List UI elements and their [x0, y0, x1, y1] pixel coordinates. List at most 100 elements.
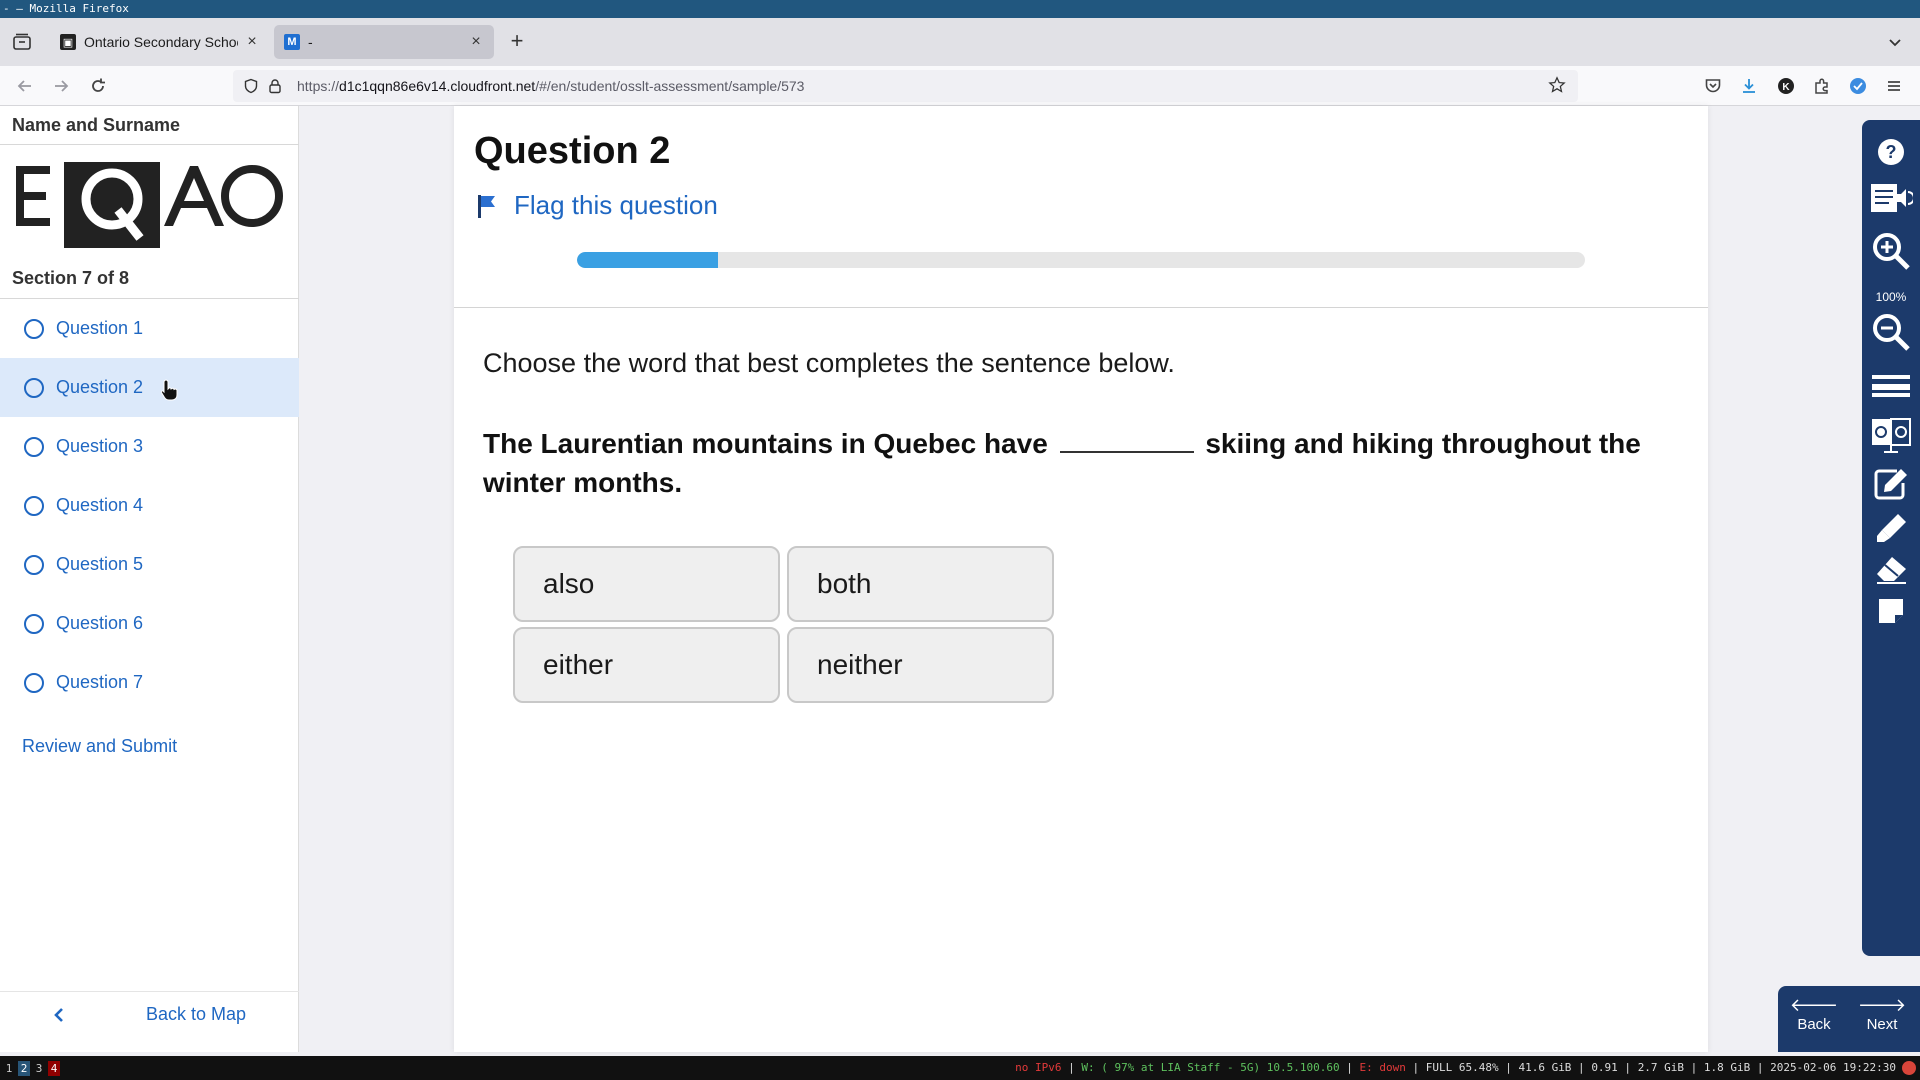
navigation-bar: https://d1c1qqn86e6v14.cloudfront.net/#/… — [0, 66, 1920, 106]
tab-active[interactable]: M - × — [274, 25, 494, 59]
profile-extension-icon[interactable] — [1846, 74, 1870, 98]
answer-blank — [1059, 425, 1194, 453]
download-icon[interactable] — [1737, 74, 1761, 98]
contrast-button[interactable] — [1862, 415, 1920, 461]
divider — [0, 144, 299, 145]
back-button[interactable]: 🡐 Back — [1786, 996, 1842, 1033]
question-label: Question 1 — [56, 318, 144, 338]
text-to-speech-button[interactable] — [1862, 177, 1920, 223]
stem-before: The Laurentian mountains in Quebec have — [483, 428, 1048, 459]
question-panel: Question 2 Flag this question Choose the… — [454, 106, 1708, 1052]
svg-text:?: ? — [1886, 142, 1897, 162]
question-label: Question 6 — [56, 613, 144, 633]
question-status-circle-icon — [24, 554, 44, 575]
workspace-3[interactable]: 3 — [33, 1061, 45, 1076]
tab-title: Ontario Secondary School — [84, 34, 238, 50]
sidebar-question-5[interactable]: Question 5 — [0, 535, 299, 594]
workspace-1[interactable]: 1 — [3, 1061, 15, 1076]
lock-icon[interactable] — [265, 76, 285, 96]
sidebar-question-6[interactable]: Question 6 — [0, 594, 299, 653]
zoom-in-icon — [1870, 230, 1912, 277]
disk-status: FULL 65.48% — [1425, 1061, 1499, 1074]
workspace-4[interactable]: 4 — [48, 1061, 60, 1076]
question-status-circle-icon — [24, 672, 44, 693]
flag-question-button[interactable]: Flag this question — [476, 190, 718, 221]
shield-icon[interactable] — [241, 76, 261, 96]
bookmark-star-icon[interactable] — [1548, 76, 1568, 96]
student-name: Name and Surname — [12, 115, 181, 135]
help-button[interactable]: ? — [1862, 131, 1920, 177]
url-text[interactable]: https://d1c1qqn86e6v14.cloudfront.net/#/… — [297, 78, 804, 94]
k-extension-icon[interactable]: K — [1774, 74, 1798, 98]
ipv6-status: no IPv6 — [1015, 1061, 1062, 1074]
tab-title: - — [308, 34, 313, 50]
arrow-left-icon: 🡐 — [1789, 995, 1839, 1015]
eqao-logo — [14, 158, 284, 248]
sidebar-question-2[interactable]: Question 2 — [0, 358, 299, 417]
tab-strip: ▣ Ontario Secondary School × M - × + — [0, 18, 1920, 66]
sidebar-question-3[interactable]: Question 3 — [0, 417, 299, 476]
back-arrow-icon[interactable] — [13, 74, 37, 98]
tray-icon[interactable] — [1902, 1061, 1916, 1075]
datetime: 2025-02-06 19:22:30 — [1770, 1061, 1896, 1074]
question-status-circle-icon — [24, 495, 44, 516]
sticky-note-icon — [1876, 596, 1906, 631]
close-icon[interactable]: × — [244, 34, 260, 50]
eraser-button[interactable] — [1862, 549, 1920, 595]
site-favicon-icon: ▣ — [60, 34, 76, 50]
tab-ontario-secondary-school[interactable]: ▣ Ontario Secondary School × — [50, 25, 270, 59]
ethernet-status: E: down — [1359, 1061, 1406, 1074]
progress-fill — [577, 252, 719, 268]
zoom-in-button[interactable] — [1862, 230, 1920, 276]
memory-2: 2.7 GiB — [1637, 1061, 1685, 1074]
zoom-out-icon — [1870, 311, 1912, 358]
workspace-2[interactable]: 2 — [18, 1061, 30, 1076]
arrow-right-icon: 🡒 — [1857, 995, 1907, 1015]
flag-icon — [476, 193, 498, 219]
eraser-icon — [1874, 555, 1908, 590]
url-bar[interactable]: https://d1c1qqn86e6v14.cloudfront.net/#/… — [233, 70, 1578, 102]
chevron-down-icon[interactable] — [1884, 31, 1906, 53]
question-prompt: Choose the word that best completes the … — [483, 348, 1175, 378]
m-favicon-icon: M — [284, 34, 300, 50]
option-neither[interactable]: neither — [787, 627, 1054, 703]
question-sidebar: Name and Surname Section 7 of 8 Question… — [0, 106, 299, 1052]
extensions-puzzle-icon[interactable] — [1810, 74, 1834, 98]
sidebar-question-4[interactable]: Question 4 — [0, 476, 299, 535]
highlighter-button[interactable] — [1862, 507, 1920, 553]
review-and-submit-link[interactable]: Review and Submit — [22, 736, 177, 757]
hamburger-menu-icon[interactable] — [1882, 74, 1906, 98]
option-also[interactable]: also — [513, 546, 780, 622]
reload-icon[interactable] — [86, 74, 110, 98]
question-title: Question 2 — [474, 130, 671, 172]
new-tab-plus-icon[interactable]: + — [506, 30, 528, 53]
chevron-left-icon — [52, 1005, 66, 1025]
back-to-map-label: Back to Map — [146, 1004, 247, 1024]
line-reader-button[interactable] — [1862, 365, 1920, 411]
question-stem: The Laurentian mountains in Quebec have … — [483, 424, 1643, 502]
tab-list-icon[interactable] — [11, 31, 33, 53]
system-status-bar: 1 2 3 4 no IPv6 | W: ( 97% at LIA Staff … — [0, 1056, 1920, 1080]
sticky-note-button[interactable] — [1862, 590, 1920, 636]
wifi-status: W: ( 97% at LIA Staff - 5G) 10.5.100.60 — [1081, 1061, 1340, 1074]
notepad-button[interactable] — [1862, 463, 1920, 509]
option-both[interactable]: both — [787, 546, 1054, 622]
sidebar-question-1[interactable]: Question 1 — [0, 299, 299, 358]
question-status-circle-icon — [24, 436, 44, 457]
pocket-icon[interactable] — [1701, 74, 1725, 98]
sidebar-question-7[interactable]: Question 7 — [0, 653, 299, 712]
question-status-circle-icon — [24, 377, 44, 398]
back-to-map-button[interactable]: Back to Map — [0, 991, 299, 1037]
forward-arrow-icon[interactable] — [49, 74, 73, 98]
memory-1: 41.6 GiB — [1518, 1061, 1572, 1074]
flag-label: Flag this question — [514, 190, 718, 220]
question-status-circle-icon — [24, 318, 44, 339]
close-icon[interactable]: × — [468, 34, 484, 50]
next-button[interactable]: 🡒 Next — [1854, 996, 1910, 1033]
notepad-edit-icon — [1873, 467, 1909, 506]
window-title: - — Mozilla Firefox — [0, 0, 1920, 18]
option-either[interactable]: either — [513, 627, 780, 703]
url-domain: d1c1qqn86e6v14.cloudfront.net — [339, 78, 536, 94]
contrast-icon — [1870, 417, 1912, 460]
zoom-out-button[interactable] — [1862, 311, 1920, 357]
